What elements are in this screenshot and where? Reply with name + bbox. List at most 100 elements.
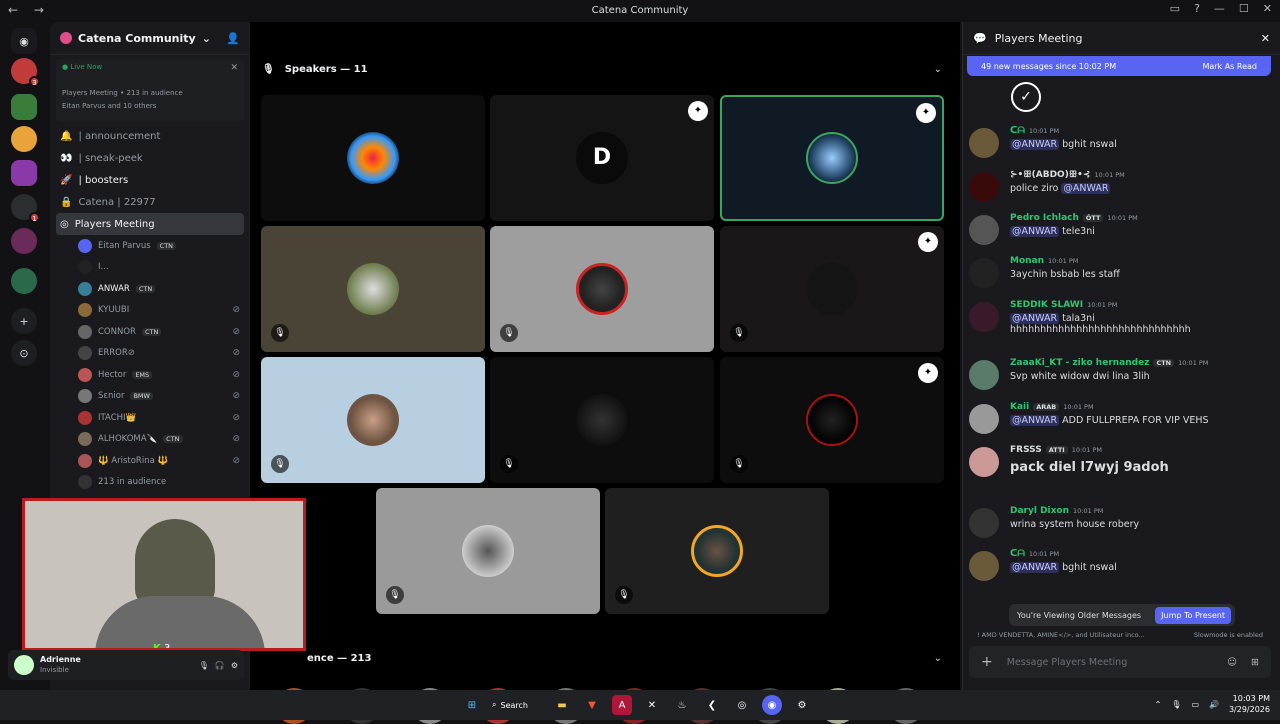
chrome-icon[interactable]: ◎ bbox=[732, 695, 752, 715]
speaker-tile[interactable]: ✦ 🎙 bbox=[720, 226, 944, 352]
message-author[interactable]: SEDDIK SLAWI 10:01 PM bbox=[1010, 300, 1117, 310]
tray-chevron-icon[interactable]: ⌃ bbox=[1155, 700, 1162, 709]
help-icon[interactable]: ? bbox=[1194, 2, 1200, 15]
server-icon-3[interactable] bbox=[11, 126, 37, 152]
emoji-icon[interactable]: ☺ bbox=[1227, 657, 1237, 668]
user-mention[interactable]: @ANWAR bbox=[1061, 183, 1111, 194]
avatar[interactable] bbox=[969, 172, 999, 202]
message-author[interactable]: ⊱•ꕥ(ABDO)ꕥ•⊰ 10:01 PM bbox=[1010, 170, 1125, 180]
new-messages-bar[interactable]: 49 new messages since 10:02 PM Mark As R… bbox=[967, 56, 1271, 76]
channel-item[interactable]: ◎ Players Meeting bbox=[56, 213, 244, 235]
user-mention[interactable]: @ANWAR bbox=[1010, 226, 1060, 237]
avatar[interactable] bbox=[969, 128, 999, 158]
inbox-icon[interactable]: ▭ bbox=[1170, 2, 1180, 15]
avatar[interactable] bbox=[969, 215, 999, 245]
voice-user[interactable]: I... bbox=[50, 257, 250, 279]
channel-item[interactable]: 🚀 | boosters bbox=[50, 169, 250, 191]
app-icon-a[interactable]: A bbox=[612, 695, 632, 715]
voice-user[interactable]: ANWAR CTN bbox=[50, 278, 250, 300]
server-icon-7[interactable] bbox=[11, 268, 37, 294]
voice-user[interactable]: ALHOKOMA🔪 CTN ⊘ bbox=[50, 429, 250, 451]
message-author[interactable]: Kaii ARAB 10:01 PM bbox=[1010, 402, 1094, 412]
steam-icon[interactable]: ♨ bbox=[672, 695, 692, 715]
mark-as-read-button[interactable]: Mark As Read bbox=[1202, 62, 1257, 71]
discord-home-icon[interactable]: ◉ bbox=[11, 28, 37, 54]
network-icon[interactable]: ▭ bbox=[1191, 700, 1199, 709]
speaker-tile[interactable]: 🎙 bbox=[261, 357, 485, 483]
speaker-tile[interactable]: 🎙 bbox=[490, 357, 714, 483]
server-icon-6[interactable] bbox=[11, 228, 37, 254]
server-icon-5[interactable]: 1 bbox=[11, 194, 40, 223]
message-author[interactable]: Monan 10:01 PM bbox=[1010, 256, 1078, 266]
message-input[interactable]: Message Players Meeting bbox=[1007, 657, 1128, 668]
user-mention[interactable]: @ANWAR bbox=[1010, 139, 1060, 150]
speaker-tile-active[interactable]: ✦ bbox=[720, 95, 944, 221]
maximize-icon[interactable]: ☐ bbox=[1239, 2, 1249, 15]
avatar[interactable] bbox=[969, 508, 999, 538]
discover-icon[interactable]: ⊙ bbox=[11, 340, 37, 366]
tray-mic-icon[interactable]: 🎙 bbox=[1171, 700, 1181, 709]
voice-user[interactable]: CONNOR CTN ⊘ bbox=[50, 321, 250, 343]
apps-icon[interactable]: ⊞ bbox=[1251, 657, 1259, 668]
settings-icon[interactable]: ⚙ bbox=[231, 661, 238, 670]
taskbar-search[interactable]: ⌕ Search bbox=[492, 695, 542, 715]
message-author[interactable]: FRSSS ATTI 10:01 PM bbox=[1010, 445, 1102, 455]
user-mention[interactable]: @ANWAR bbox=[1010, 313, 1060, 324]
volume-icon[interactable]: 🔊 bbox=[1209, 700, 1219, 709]
message-author[interactable]: Pedro Ichlach ÓTT 10:01 PM bbox=[1010, 213, 1138, 223]
avatar[interactable] bbox=[969, 551, 999, 581]
speaker-tile[interactable]: D ✦ bbox=[490, 95, 714, 221]
collapse-speakers-icon[interactable]: ⌄ bbox=[934, 64, 942, 75]
app-icon-arrow[interactable]: ❮ bbox=[702, 695, 722, 715]
server-icon-4[interactable] bbox=[11, 160, 37, 186]
message-author[interactable]: ᑕᗩ 10:01 PM bbox=[1010, 126, 1059, 136]
speaker-tile[interactable]: 🎙 bbox=[261, 226, 485, 352]
collapse-audience-icon[interactable]: ⌄ bbox=[934, 653, 942, 664]
message-composer[interactable]: + Message Players Meeting ☺ ⊞ bbox=[969, 646, 1271, 678]
voice-user[interactable]: Hector EMS ⊘ bbox=[50, 364, 250, 386]
avatar[interactable] bbox=[969, 258, 999, 288]
voice-user[interactable]: KYUUBI ⊘ bbox=[50, 300, 250, 322]
attach-plus-icon[interactable]: + bbox=[981, 654, 993, 670]
voice-user[interactable]: 213 in audience bbox=[50, 472, 250, 494]
avatar[interactable] bbox=[969, 404, 999, 434]
avatar[interactable] bbox=[969, 302, 999, 332]
live-stage-card[interactable]: ● Live Now ✕ Players Meeting • 213 in au… bbox=[56, 59, 244, 121]
server-icon-1[interactable]: 3 bbox=[11, 58, 40, 87]
avatar[interactable] bbox=[969, 447, 999, 477]
server-icon-2[interactable] bbox=[11, 94, 37, 120]
windows-start-icon[interactable]: ⊞ bbox=[462, 695, 482, 715]
voice-user[interactable]: Sεnior BMW ⊘ bbox=[50, 386, 250, 408]
close-chat-icon[interactable]: ✕ bbox=[1261, 32, 1270, 45]
channel-item[interactable]: 🔔 | announcement bbox=[50, 125, 250, 147]
jump-to-present-button[interactable]: Jump To Present bbox=[1155, 606, 1231, 624]
add-member-icon[interactable]: 👤 bbox=[226, 32, 240, 45]
app-icon-game[interactable]: ✕ bbox=[642, 695, 662, 715]
message-author[interactable]: Daryl Dixon 10:01 PM bbox=[1010, 506, 1103, 516]
discord-taskbar-icon[interactable]: ◉ bbox=[762, 695, 782, 715]
channel-item[interactable]: 🔒 Catena | 22977 bbox=[50, 191, 250, 213]
voice-user[interactable]: Eitan Parvus CTN bbox=[50, 235, 250, 257]
close-icon[interactable]: ✕ bbox=[230, 63, 238, 73]
headphones-icon[interactable]: 🎧 bbox=[215, 661, 225, 670]
add-server-icon[interactable]: + bbox=[11, 308, 37, 334]
voice-user[interactable]: ERROR⊘ ⊘ bbox=[50, 343, 250, 365]
speaker-tile[interactable]: 🎙 bbox=[376, 488, 600, 614]
settings-taskbar-icon[interactable]: ⚙ bbox=[792, 695, 812, 715]
speaker-tile[interactable]: 🎙 bbox=[490, 226, 714, 352]
server-header[interactable]: Catena Community ⌄ 👤 bbox=[50, 22, 250, 55]
mic-icon[interactable]: 🎙 bbox=[199, 661, 209, 670]
message-author[interactable]: ᑕᗩ 10:01 PM bbox=[1010, 549, 1059, 559]
user-mention[interactable]: @ANWAR bbox=[1010, 562, 1060, 573]
clock[interactable]: 10:03 PM 3/29/2026 bbox=[1229, 693, 1270, 715]
file-explorer-icon[interactable]: ▬ bbox=[552, 695, 572, 715]
minimize-icon[interactable]: — bbox=[1214, 2, 1225, 15]
speaker-tile[interactable]: 🎙 bbox=[605, 488, 829, 614]
avatar[interactable] bbox=[14, 655, 34, 675]
close-window-icon[interactable]: ✕ bbox=[1263, 2, 1272, 15]
voice-user[interactable]: 🔱 AristoRina 🔱 ⊘ bbox=[50, 450, 250, 472]
user-mention[interactable]: @ANWAR bbox=[1010, 415, 1060, 426]
speaker-tile[interactable] bbox=[261, 95, 485, 221]
brave-icon[interactable]: ▼ bbox=[582, 695, 602, 715]
message-author[interactable]: ZaaaKi_KT - ziko hernandez CTN 10:01 PM bbox=[1010, 358, 1208, 368]
